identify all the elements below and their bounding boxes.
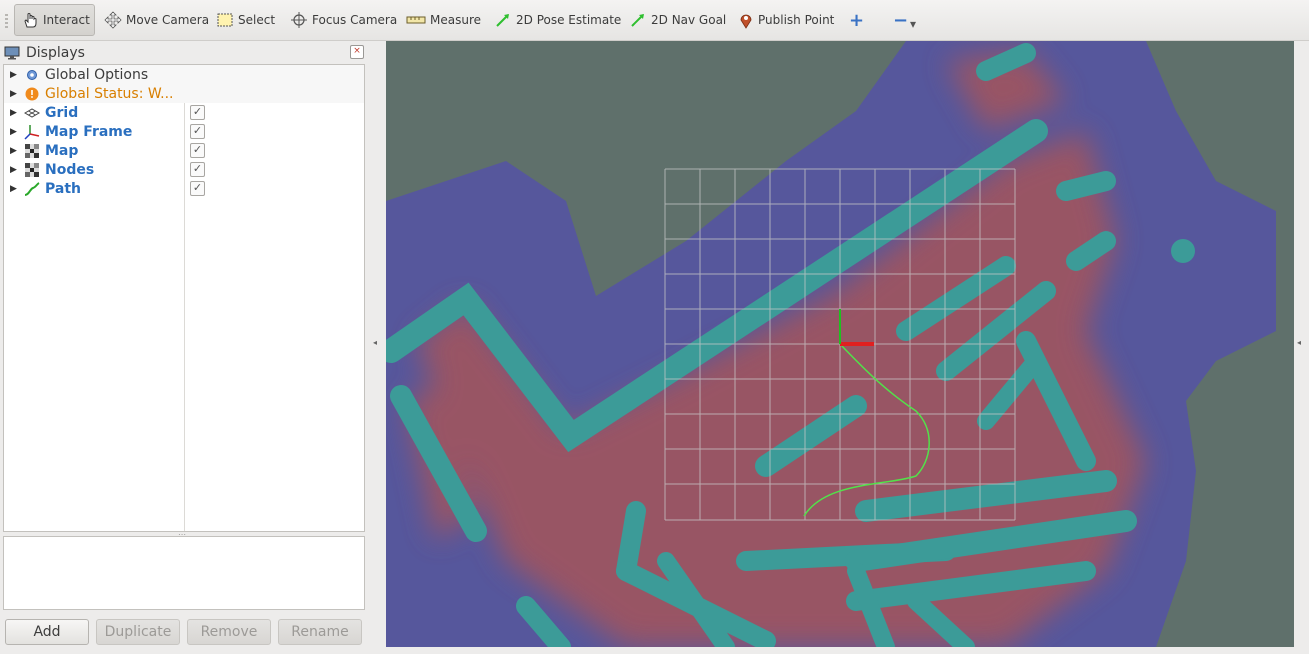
display-item-label: Map Frame (45, 123, 133, 140)
select-icon (217, 13, 233, 27)
grid-icon (24, 105, 40, 121)
render-viewport[interactable] (386, 41, 1294, 647)
tool-label: 2D Nav Goal (651, 13, 727, 27)
path-icon (24, 181, 40, 197)
select-tool-button[interactable]: Select (210, 4, 281, 36)
enable-checkbox[interactable]: ✓ (190, 143, 205, 158)
tool-label: Measure (430, 13, 481, 27)
description-box (3, 536, 365, 610)
tool-label: Publish Point (758, 13, 835, 27)
expand-arrow-icon[interactable]: ▶ (10, 70, 20, 80)
ruler-icon (406, 16, 426, 24)
display-item-label: Global Status: W... (45, 85, 174, 102)
displays-tree: ▶ Global Options ▶ Global Status: W... ▶ Grid… (3, 64, 365, 532)
pose-estimate-tool-button[interactable]: 2D Pose Estimate (488, 4, 627, 36)
monitor-icon (4, 46, 20, 60)
map-icon (24, 143, 40, 159)
display-item-warning[interactable]: ▶ Global Status: W... (4, 84, 364, 103)
publish-point-tool-button[interactable]: Publish Point (732, 4, 840, 36)
display-item-label: Grid (45, 104, 79, 121)
enable-checkbox[interactable]: ✓ (190, 124, 205, 139)
tool-label: 2D Pose Estimate (516, 13, 622, 27)
expand-arrow-icon[interactable]: ▶ (10, 165, 20, 175)
nav-goal-tool-button[interactable]: 2D Nav Goal (623, 4, 732, 36)
enable-checkbox[interactable]: ✓ (190, 105, 205, 120)
display-item-map[interactable]: ▶ Map ✓ (4, 141, 364, 160)
display-item-path[interactable]: ▶ Path ✓ (4, 179, 364, 198)
collapse-right-arrow-icon[interactable]: ◂ (1297, 338, 1301, 347)
tool-label: Select (238, 13, 276, 27)
tool-label: Interact (43, 13, 90, 27)
axes-icon (24, 124, 40, 140)
displays-title: Displays (26, 45, 85, 61)
main-toolbar: Interact Move Camera Select Focus Camera… (0, 0, 1309, 41)
expand-arrow-icon[interactable]: ▶ (10, 146, 20, 156)
close-icon[interactable]: × (350, 45, 364, 59)
costmap-render (386, 41, 1276, 647)
plus-icon: + (849, 9, 865, 31)
interact-tool-button[interactable]: Interact (14, 4, 95, 36)
displays-panel-header: Displays (4, 43, 364, 63)
expand-arrow-icon[interactable]: ▶ (10, 184, 20, 194)
focus-camera-icon (291, 12, 307, 28)
tool-label: Move Camera (126, 13, 210, 27)
focus-camera-tool-button[interactable]: Focus Camera (284, 4, 403, 36)
nodes-icon (24, 162, 40, 178)
gear-icon (24, 67, 40, 83)
displays-panel: Displays × ▶ Global Options ▶ Global Status… (0, 41, 368, 654)
pose-arrow-icon (496, 14, 509, 27)
obstacle-blob (1171, 239, 1195, 263)
add-tool-button[interactable]: + (843, 4, 870, 36)
display-item-nodes[interactable]: ▶ Nodes ✓ (4, 160, 364, 179)
rename-button[interactable]: Rename (278, 619, 362, 645)
expand-arrow-icon[interactable]: ▶ (10, 89, 20, 99)
warning-icon (24, 86, 40, 102)
chevron-down-icon: ▾ (910, 17, 917, 31)
display-item-gear[interactable]: ▶ Global Options (4, 65, 364, 84)
move-camera-icon (104, 11, 122, 29)
expand-arrow-icon[interactable]: ▶ (10, 108, 20, 118)
display-item-label: Map (45, 142, 79, 159)
display-item-axes[interactable]: ▶ Map Frame ✓ (4, 122, 364, 141)
remove-button[interactable]: Remove (187, 619, 271, 645)
tool-menu-dropdown[interactable]: ▾ (904, 8, 922, 40)
add-button[interactable]: Add (5, 619, 89, 645)
tool-label: Focus Camera (312, 13, 398, 27)
expand-arrow-icon[interactable]: ▶ (10, 127, 20, 137)
map-pin-icon (740, 14, 752, 29)
move-camera-tool-button[interactable]: Move Camera (98, 4, 215, 36)
display-item-label: Nodes (45, 161, 95, 178)
nav-goal-arrow-icon (631, 14, 644, 27)
hand-icon (24, 13, 37, 28)
splitter-handle[interactable]: ⋯ (178, 530, 186, 539)
enable-checkbox[interactable]: ✓ (190, 181, 205, 196)
display-item-grid[interactable]: ▶ Grid ✓ (4, 103, 364, 122)
enable-checkbox[interactable]: ✓ (190, 162, 205, 177)
display-item-label: Global Options (45, 66, 149, 83)
toolbar-grip[interactable] (5, 14, 8, 28)
display-item-label: Path (45, 180, 81, 197)
duplicate-button[interactable]: Duplicate (96, 619, 180, 645)
measure-tool-button[interactable]: Measure (400, 4, 487, 36)
collapse-left-arrow-icon[interactable]: ◂ (373, 338, 377, 347)
